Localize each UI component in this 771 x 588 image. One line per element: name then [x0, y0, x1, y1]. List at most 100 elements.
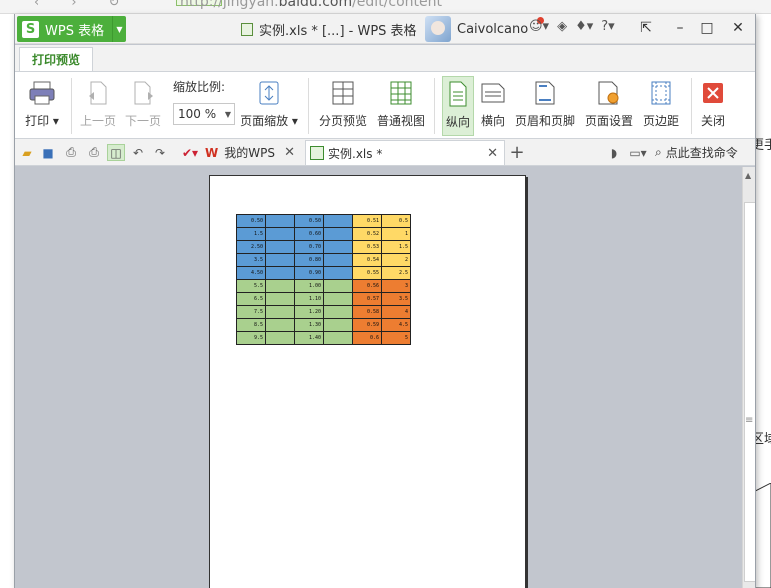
close-label: 关闭: [700, 114, 725, 128]
minimize-button[interactable]: –: [669, 17, 691, 39]
landscape-button[interactable]: 横向: [477, 76, 509, 136]
scroll-up-icon[interactable]: ▲: [745, 171, 751, 180]
window-title: 实例.xls * [...] - WPS 表格: [241, 20, 417, 39]
table-cell: 1.20: [294, 305, 324, 319]
command-search[interactable]: ⌕ 点此查找命令: [655, 144, 738, 161]
page-break-preview-label: 分页预览: [318, 114, 367, 128]
new-tab-icon[interactable]: +: [508, 142, 526, 163]
app-menu-button[interactable]: S WPS 表格 ▼: [17, 16, 126, 42]
url-prefix: http://jingyan.: [180, 0, 279, 10]
table-cell: 2.5: [381, 266, 411, 280]
title-bar: S WPS 表格 ▼ 实例.xls * [...] - WPS 表格 Caivo…: [15, 14, 755, 44]
landscape-label: 横向: [480, 114, 505, 128]
page-setup-button[interactable]: 页面设置: [583, 76, 635, 136]
table-cell: [323, 240, 353, 254]
table-cell: 0.55: [352, 266, 382, 280]
open-folder-icon[interactable]: ▰: [18, 144, 36, 161]
title-toolbar: ☺▾ ◈ ♦▾ ?▾: [529, 19, 615, 34]
page-scale-icon: [258, 76, 280, 110]
landscape-icon: [480, 76, 506, 110]
maximize-button[interactable]: □: [696, 17, 718, 39]
table-cell: 0.90: [294, 266, 324, 280]
vertical-scrollbar[interactable]: ▲ ≡: [742, 167, 755, 588]
zoom-value: 100 %: [178, 107, 217, 121]
tab-my-wps[interactable]: W 我的WPS ✕: [205, 140, 301, 165]
user-account[interactable]: Caivolcano: [425, 16, 528, 42]
page-break-preview-button[interactable]: 分页预览: [317, 76, 369, 136]
normal-view-button[interactable]: 普通视图: [375, 76, 427, 136]
zoom-select[interactable]: 100 % ▼: [173, 103, 235, 125]
table-row: 8.5 1.30 0.59 4.5: [236, 318, 411, 332]
table-cell: 2.50: [236, 240, 266, 254]
ribbon-divider: [434, 78, 435, 134]
table-cell: 1: [381, 227, 411, 241]
portrait-label: 纵向: [445, 115, 470, 129]
sheet-table: 0.50 0.50 0.51 0.5 1.5 0.60 0.52 1 2.50 0.70 0.53 1…: [236, 214, 411, 345]
prev-page-label: 上一页: [79, 114, 116, 128]
margins-label: 页边距: [642, 114, 679, 128]
page-scale-label: 页面缩放: [240, 114, 289, 128]
shirt-icon[interactable]: ♦▾: [575, 19, 593, 34]
table-cell: [265, 214, 295, 228]
close-icon: [702, 76, 724, 110]
margins-button[interactable]: 页边距: [639, 76, 683, 136]
table-cell: 1.30: [294, 318, 324, 332]
chevron-down-icon: ▼: [224, 109, 231, 119]
scroll-thumb[interactable]: [744, 202, 755, 582]
table-cell: [323, 253, 353, 267]
table-cell: 4.5: [381, 318, 411, 332]
portrait-button[interactable]: 纵向: [442, 76, 474, 136]
save-icon[interactable]: ■: [39, 144, 57, 161]
app-menu-dropdown-icon[interactable]: ▼: [112, 16, 126, 42]
user-name: Caivolcano: [457, 21, 529, 37]
table-cell: 0.50: [294, 214, 324, 228]
table-cell: 0.53: [352, 240, 382, 254]
table-cell: 0.6: [352, 331, 382, 345]
table-cell: 0.70: [294, 240, 324, 254]
restore-tab-icon[interactable]: ⇱: [635, 17, 657, 39]
tab-file-label: 实例.xls *: [328, 146, 383, 161]
document-icon: [241, 23, 253, 36]
close-preview-button[interactable]: 关闭: [697, 76, 729, 136]
portrait-icon: [448, 77, 468, 111]
tab-menu-icon[interactable]: ▭▾: [629, 144, 647, 161]
browser-url[interactable]: http://jingyan.baidu.com/edit/content: [180, 0, 442, 10]
wps-w-icon: W: [205, 145, 219, 160]
skin-icon[interactable]: ☺▾: [529, 19, 549, 34]
close-tab-icon[interactable]: ✕: [284, 145, 295, 160]
tab-file[interactable]: 实例.xls * ✕: [305, 140, 505, 165]
page-scale-button[interactable]: 页面缩放 ▾: [239, 76, 299, 136]
next-page-button[interactable]: 下一页: [123, 76, 163, 136]
export-icon[interactable]: ⎙: [62, 144, 80, 161]
header-footer-button[interactable]: 页眉和页脚: [513, 76, 577, 136]
undo-icon[interactable]: ↶: [129, 144, 147, 161]
search-icon: ⌕: [655, 145, 662, 159]
table-cell: 0.5: [381, 214, 411, 228]
avatar[interactable]: [425, 16, 451, 42]
print-preview-icon[interactable]: ◫: [107, 144, 125, 161]
redo-icon[interactable]: ↷: [151, 144, 169, 161]
table-row: 2.50 0.70 0.53 1.5: [236, 240, 411, 254]
tab-print-preview[interactable]: 打印预览: [19, 47, 93, 71]
header-footer-label: 页眉和页脚: [514, 114, 575, 128]
browser-nav-icons[interactable]: ‹ › ↻: [34, 0, 134, 10]
prev-page-icon: [86, 76, 110, 110]
scroll-grip-icon: ≡: [745, 415, 754, 426]
table-cell: [265, 292, 295, 306]
customize-arrow-icon[interactable]: ✔▾: [181, 144, 199, 161]
sync-icon[interactable]: ◈: [557, 19, 567, 34]
table-cell: [323, 279, 353, 293]
table-cell: 7.5: [236, 305, 266, 319]
spreadsheet-icon: [310, 146, 324, 160]
table-cell: [265, 279, 295, 293]
table-cell: 1.10: [294, 292, 324, 306]
url-domain: baidu.com: [278, 0, 353, 10]
print-icon[interactable]: ⎙: [85, 144, 103, 161]
table-cell: 4.50: [236, 266, 266, 280]
close-window-button[interactable]: ✕: [727, 17, 749, 39]
close-tab-icon[interactable]: ✕: [487, 146, 498, 161]
tab-list-icon[interactable]: ◗: [605, 144, 623, 161]
print-button[interactable]: 打印 ▾: [23, 76, 61, 136]
prev-page-button[interactable]: 上一页: [78, 76, 118, 136]
help-icon[interactable]: ?▾: [601, 19, 614, 34]
